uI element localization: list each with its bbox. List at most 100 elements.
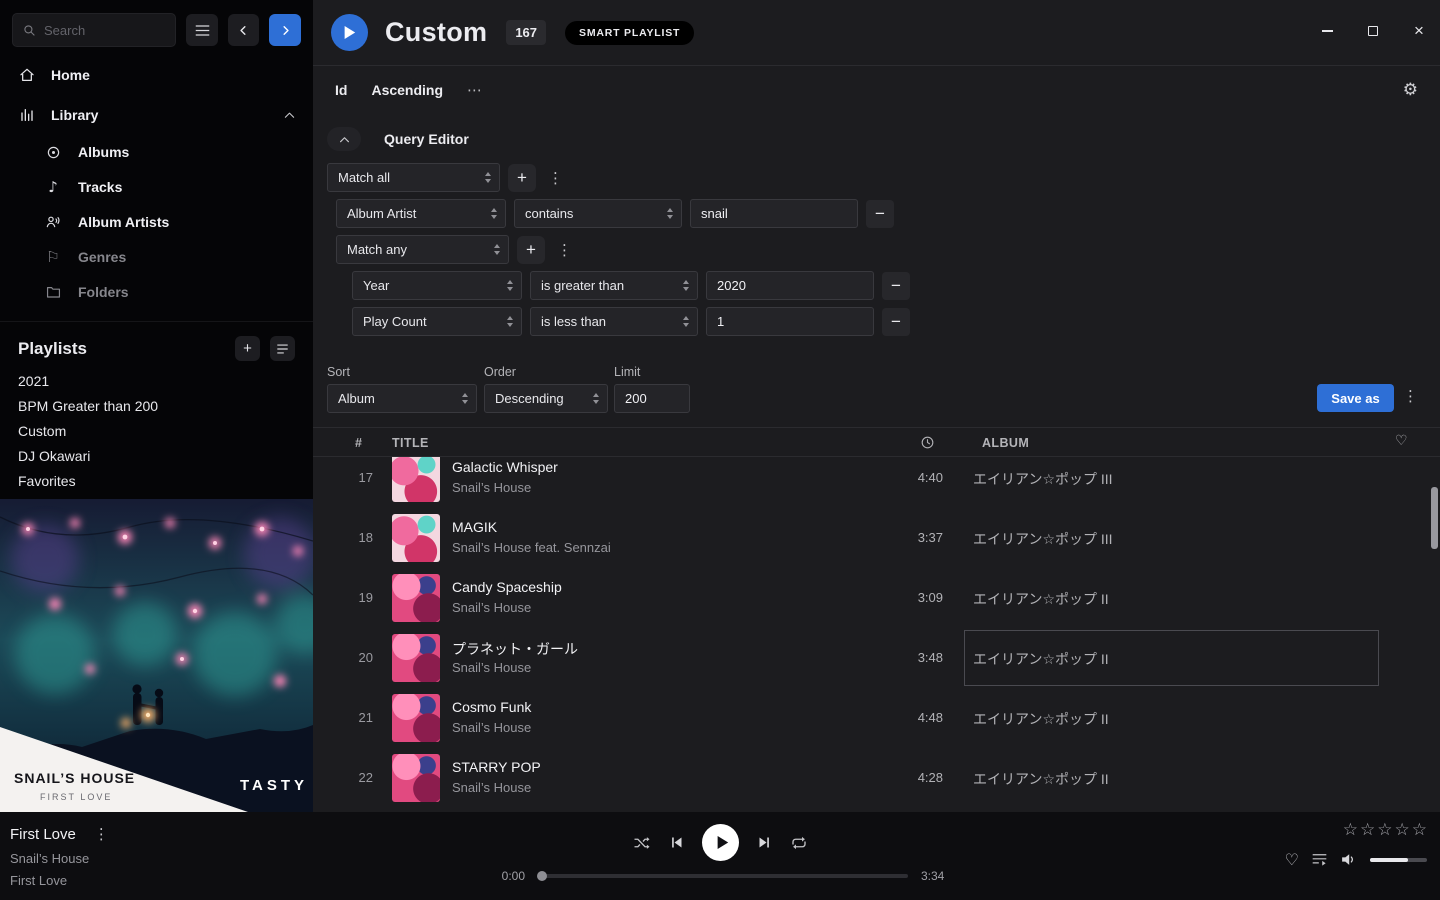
star-icon[interactable]: ☆ xyxy=(1343,820,1358,840)
sidebar-item-folders[interactable]: Folders xyxy=(0,275,313,309)
table-row[interactable]: 21 Cosmo Funk Snail’s House 4:48 エイリアン☆ポ… xyxy=(313,688,1440,748)
repeat-button[interactable] xyxy=(790,835,808,851)
playlist-item[interactable]: DJ Okawari xyxy=(0,444,313,469)
sidebar-item-album-artists[interactable]: Album Artists xyxy=(0,205,313,239)
maximize-icon xyxy=(1368,26,1378,36)
forward-button[interactable] xyxy=(269,14,301,46)
add-rule-button[interactable]: + xyxy=(508,164,536,192)
sort-select[interactable]: Album xyxy=(327,384,477,413)
remove-rule-button[interactable]: − xyxy=(882,308,910,336)
close-button[interactable]: × xyxy=(1410,22,1428,40)
playlist-list-button[interactable] xyxy=(270,336,295,361)
now-playing-menu-button[interactable]: ⋮ xyxy=(90,825,113,843)
track-title: MAGIK xyxy=(452,519,497,535)
column-album[interactable]: ALBUM xyxy=(982,436,1029,450)
menu-button[interactable] xyxy=(186,14,218,46)
field-select[interactable]: Album Artist xyxy=(336,199,506,228)
settings-button[interactable]: ⚙ xyxy=(1403,80,1418,100)
sidebar-item-genres[interactable]: ⚐ Genres xyxy=(0,239,313,275)
table-row[interactable]: 18 MAGIK Snail’s House feat. Sennzai 3:3… xyxy=(313,508,1440,568)
favorite-button[interactable]: ♡ xyxy=(1285,850,1299,869)
field-select[interactable]: Play Count xyxy=(352,307,522,336)
sidebar-item-tracks[interactable]: ♪ Tracks xyxy=(0,169,313,205)
now-playing-info: First Love ⋮ Snail’s House First Love xyxy=(10,825,113,888)
table-row[interactable]: 22 STARRY POP Snail’s House 4:28 エイリアン☆ポ… xyxy=(313,748,1440,808)
star-icon[interactable]: ☆ xyxy=(1360,820,1375,840)
save-as-button[interactable]: Save as xyxy=(1317,384,1394,412)
playlist-item[interactable]: BPM Greater than 200 xyxy=(0,394,313,419)
track-album: エイリアン☆ポップ III xyxy=(973,529,1113,549)
play-playlist-button[interactable] xyxy=(331,14,368,51)
table-row[interactable]: 17 Galactic Whisper Snail’s House 4:40 エ… xyxy=(313,457,1440,508)
remove-rule-button[interactable]: − xyxy=(866,200,894,228)
track-artist: Snail’s House xyxy=(452,600,531,615)
maximize-button[interactable] xyxy=(1364,22,1382,40)
group-match-select[interactable]: Match any xyxy=(336,235,509,264)
table-row[interactable]: 19 Candy Spaceship Snail’s House 3:09 エイ… xyxy=(313,568,1440,628)
track-count-badge: 167 xyxy=(506,20,546,45)
progress-knob[interactable] xyxy=(537,871,547,881)
limit-input[interactable] xyxy=(614,384,690,413)
back-button[interactable] xyxy=(228,14,260,46)
order-select[interactable]: Descending xyxy=(484,384,608,413)
operator-select[interactable]: contains xyxy=(514,199,682,228)
table-row[interactable]: 20 プラネット・ガール Snail’s House 3:48 エイリアン☆ポッ… xyxy=(313,628,1440,688)
progress-bar[interactable] xyxy=(538,874,908,878)
previous-button[interactable] xyxy=(669,835,684,850)
add-group-rule-button[interactable]: + xyxy=(517,236,545,264)
operator-select[interactable]: is less than xyxy=(530,307,698,336)
play-pause-button[interactable] xyxy=(702,824,739,861)
column-title[interactable]: TITLE xyxy=(392,436,429,450)
field-select[interactable]: Year xyxy=(352,271,522,300)
toolbar-sort-field[interactable]: Id xyxy=(335,82,347,98)
playlist-item[interactable]: 2021 xyxy=(0,369,313,394)
playlist-item[interactable]: Favorites xyxy=(0,469,313,494)
order-label: Order xyxy=(484,365,516,379)
track-album: エイリアン☆ポップ II xyxy=(973,589,1109,609)
next-button[interactable] xyxy=(757,835,772,850)
minimize-button[interactable] xyxy=(1318,22,1336,40)
smart-playlist-badge: SMART PLAYLIST xyxy=(565,21,694,45)
cover-brand: TASTY xyxy=(240,777,308,794)
remove-rule-button[interactable]: − xyxy=(882,272,910,300)
search-input[interactable] xyxy=(44,23,156,38)
rule-value-input[interactable] xyxy=(706,307,874,336)
toolbar-sort-order[interactable]: Ascending xyxy=(371,82,443,98)
sidebar-item-library[interactable]: Library xyxy=(0,95,313,135)
add-playlist-button[interactable]: + xyxy=(235,336,260,361)
query-editor-collapse-button[interactable] xyxy=(327,127,361,151)
rule-value-input[interactable] xyxy=(690,199,858,228)
sidebar-item-albums[interactable]: Albums xyxy=(0,135,313,169)
gear-icon: ⚙ xyxy=(1403,80,1418,100)
album-art-thumbnail xyxy=(392,457,440,502)
star-icon[interactable]: ☆ xyxy=(1412,820,1427,840)
repeat-icon xyxy=(790,835,808,851)
player-bar: First Love ⋮ Snail’s House First Love 0:… xyxy=(0,812,1440,900)
duration-clock-icon[interactable] xyxy=(920,435,935,450)
sidebar-item-home[interactable]: Home xyxy=(0,55,313,95)
heart-column-icon[interactable]: ♡ xyxy=(1395,433,1408,449)
star-icon[interactable]: ☆ xyxy=(1395,820,1410,840)
save-menu-button[interactable]: ⋮ xyxy=(1399,387,1422,405)
sidebar: Home Library Albums ♪ Tracks Album Artis… xyxy=(0,0,313,812)
operator-select[interactable]: is greater than xyxy=(530,271,698,300)
playlist-item[interactable]: Custom xyxy=(0,419,313,444)
volume-button[interactable] xyxy=(1340,852,1357,867)
volume-slider[interactable] xyxy=(1370,858,1427,862)
toolbar-more-button[interactable]: ⋯ xyxy=(467,81,483,99)
field-select-value: Play Count xyxy=(363,314,427,329)
shuffle-button[interactable] xyxy=(633,835,651,851)
column-index[interactable]: # xyxy=(355,436,362,450)
play-icon xyxy=(343,25,356,40)
scrollbar-thumb[interactable] xyxy=(1431,487,1438,549)
queue-button[interactable] xyxy=(1312,853,1327,866)
rule-group-menu-button[interactable]: ⋮ xyxy=(544,169,567,187)
album-art-thumbnail xyxy=(392,634,440,682)
star-icon[interactable]: ☆ xyxy=(1377,820,1392,840)
row-index: 20 xyxy=(341,650,373,665)
track-duration: 3:48 xyxy=(883,650,943,665)
match-select[interactable]: Match all xyxy=(327,163,500,192)
group-menu-button[interactable]: ⋮ xyxy=(553,241,576,259)
rule-value-input[interactable] xyxy=(706,271,874,300)
artist-icon xyxy=(44,214,62,230)
